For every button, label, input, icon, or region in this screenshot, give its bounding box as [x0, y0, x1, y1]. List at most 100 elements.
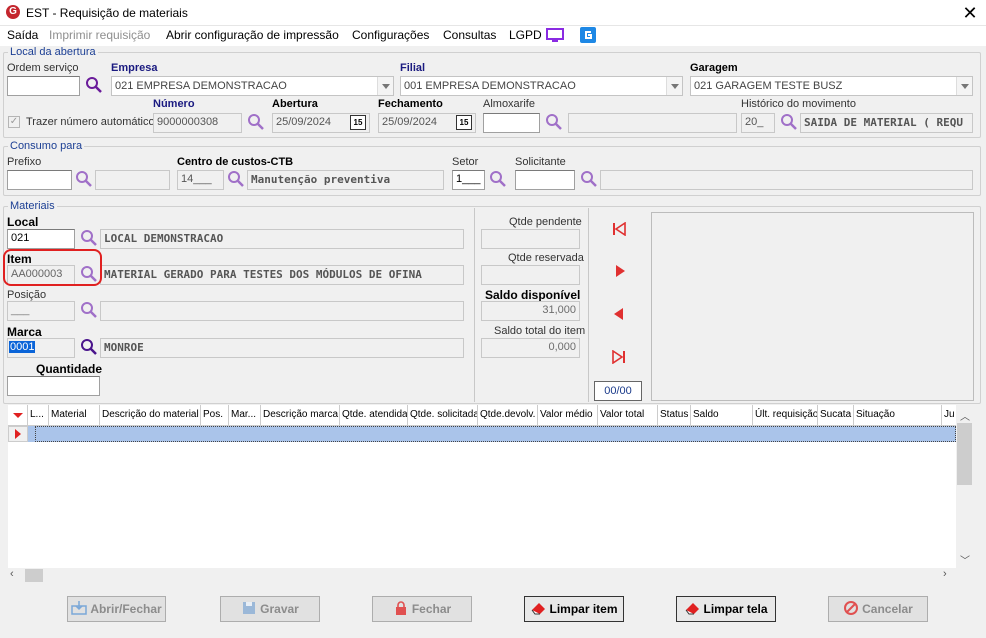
- scroll-right-icon[interactable]: ›: [943, 568, 947, 580]
- grid-header: L... Material Descrição do material Pos.…: [8, 405, 956, 426]
- column-header[interactable]: Saldo: [691, 405, 753, 425]
- table-row[interactable]: [28, 426, 35, 442]
- divider: [588, 208, 589, 402]
- lock-icon: [393, 599, 409, 615]
- column-header[interactable]: Ju: [942, 405, 956, 425]
- almoxarife-input[interactable]: [483, 113, 540, 133]
- menu-saida[interactable]: Saída: [7, 28, 38, 42]
- column-header[interactable]: Qtde. solicitada: [408, 405, 478, 425]
- previous-record-icon[interactable]: [612, 307, 626, 321]
- quantidade-input[interactable]: [7, 376, 100, 396]
- column-header[interactable]: Sucata: [818, 405, 854, 425]
- scroll-down-icon[interactable]: ﹀: [960, 552, 970, 567]
- posicao-search-icon[interactable]: [80, 301, 98, 319]
- column-header[interactable]: Valor total: [598, 405, 658, 425]
- next-record-icon[interactable]: [613, 264, 627, 278]
- prefixo-desc: [95, 170, 170, 190]
- local-search-icon[interactable]: [80, 229, 98, 247]
- saldo-disponivel-value: 31,000: [481, 301, 580, 321]
- ordem-servico-input[interactable]: [7, 76, 80, 96]
- scroll-up-icon[interactable]: ︿: [960, 408, 970, 423]
- prefixo-input[interactable]: [7, 170, 72, 190]
- item-desc: MATERIAL GERADO PARA TESTES DOS MÓDULOS …: [100, 265, 464, 285]
- first-record-icon[interactable]: [612, 221, 626, 237]
- calendar-icon[interactable]: 15: [350, 115, 366, 130]
- monitor-icon[interactable]: [546, 28, 564, 46]
- menu-lgpd[interactable]: LGPD: [509, 28, 542, 42]
- local-code-input[interactable]: 021: [7, 229, 75, 249]
- abrir-fechar-button[interactable]: Abrir/Fechar: [67, 596, 166, 622]
- solicitante-desc: [600, 170, 973, 190]
- column-header[interactable]: Descrição marca: [261, 405, 340, 425]
- saldo-total-value: 0,000: [481, 338, 580, 358]
- last-record-icon[interactable]: [612, 349, 626, 365]
- materiais-legend: Materiais: [10, 200, 55, 212]
- scrollbar-thumb[interactable]: [957, 423, 972, 485]
- menu-consultas[interactable]: Consultas: [443, 28, 496, 42]
- setor-input[interactable]: 1___: [452, 170, 485, 190]
- marca-search-icon[interactable]: [80, 338, 98, 356]
- column-header[interactable]: Pos.: [201, 405, 229, 425]
- cancelar-button[interactable]: Cancelar: [828, 596, 928, 622]
- empresa-select[interactable]: 021 EMPRESA DEMONSTRACAO: [111, 76, 394, 96]
- historico-search-icon[interactable]: [780, 113, 798, 131]
- gravar-button[interactable]: Gravar: [220, 596, 320, 622]
- numero-label: Número: [153, 98, 195, 110]
- column-header[interactable]: Material: [49, 405, 100, 425]
- g-app-icon[interactable]: [580, 27, 596, 46]
- fechar-button[interactable]: Fechar: [372, 596, 472, 622]
- menu-configuracoes[interactable]: Configurações: [352, 28, 429, 42]
- almoxarife-desc: [568, 113, 737, 133]
- horizontal-scrollbar[interactable]: ‹ ›: [8, 568, 956, 583]
- calendar-icon[interactable]: 15: [456, 115, 472, 130]
- almoxarife-label: Almoxarife: [483, 98, 535, 110]
- setor-search-icon[interactable]: [489, 170, 507, 188]
- close-icon[interactable]: ✕: [958, 2, 982, 24]
- menu-bar: Saída Imprimir requisição Abrir configur…: [0, 26, 986, 46]
- scrollbar-thumb[interactable]: [25, 569, 43, 582]
- marca-code-input[interactable]: 0001: [7, 338, 75, 358]
- limpar-item-button[interactable]: Limpar item: [524, 596, 624, 622]
- image-preview-panel: [651, 212, 974, 401]
- column-header[interactable]: Qtde. atendida: [340, 405, 408, 425]
- table-row[interactable]: [35, 426, 956, 442]
- prefixo-search-icon[interactable]: [75, 170, 93, 188]
- grid-sort-icon[interactable]: [8, 405, 28, 425]
- column-header[interactable]: Mar...: [229, 405, 261, 425]
- grid-body[interactable]: [8, 426, 956, 568]
- column-header[interactable]: Status: [658, 405, 691, 425]
- numero-input[interactable]: 9000000308: [153, 113, 242, 133]
- column-header[interactable]: Últ. requisição: [753, 405, 818, 425]
- download-box-icon: [71, 599, 88, 615]
- menu-abrir-configuracao-impressao[interactable]: Abrir configuração de impressão: [166, 28, 339, 42]
- column-header[interactable]: Descrição do material: [100, 405, 201, 425]
- garagem-select[interactable]: 021 GARAGEM TESTE BUSZ: [690, 76, 973, 96]
- column-header[interactable]: L...: [28, 405, 49, 425]
- menu-imprimir-requisicao[interactable]: Imprimir requisição: [49, 28, 150, 42]
- divider: [474, 208, 475, 402]
- solicitante-input[interactable]: [515, 170, 575, 190]
- save-icon: [241, 599, 257, 614]
- posicao-code-input[interactable]: ___: [7, 301, 75, 321]
- filial-select[interactable]: 001 EMPRESA DEMONSTRACAO: [400, 76, 683, 96]
- centro-custos-code-input[interactable]: 14___: [177, 170, 224, 190]
- saldo-disponivel-label: Saldo disponível: [485, 288, 581, 302]
- window-title: EST - Requisição de materiais: [26, 6, 188, 20]
- ordem-servico-search-icon[interactable]: [85, 76, 103, 94]
- trazer-numero-checkbox[interactable]: ✓: [8, 116, 20, 128]
- centro-custos-search-icon[interactable]: [227, 170, 245, 188]
- limpar-tela-button[interactable]: Limpar tela: [676, 596, 776, 622]
- numero-search-icon[interactable]: [247, 113, 265, 131]
- qtde-reservada-value: [481, 265, 580, 285]
- column-header[interactable]: Valor médio: [538, 405, 598, 425]
- scroll-left-icon[interactable]: ‹: [10, 568, 14, 580]
- vertical-scrollbar[interactable]: ︿ ﹀: [956, 405, 973, 568]
- almoxarife-search-icon[interactable]: [545, 113, 563, 131]
- cancel-icon: [843, 599, 859, 615]
- solicitante-search-icon[interactable]: [580, 170, 598, 188]
- centro-custos-desc: Manutenção preventiva: [247, 170, 444, 190]
- column-header[interactable]: Situação: [854, 405, 942, 425]
- posicao-label: Posição: [7, 289, 47, 301]
- column-header[interactable]: Qtde.devolv.: [478, 405, 538, 425]
- historico-code-input[interactable]: 20_: [741, 113, 775, 133]
